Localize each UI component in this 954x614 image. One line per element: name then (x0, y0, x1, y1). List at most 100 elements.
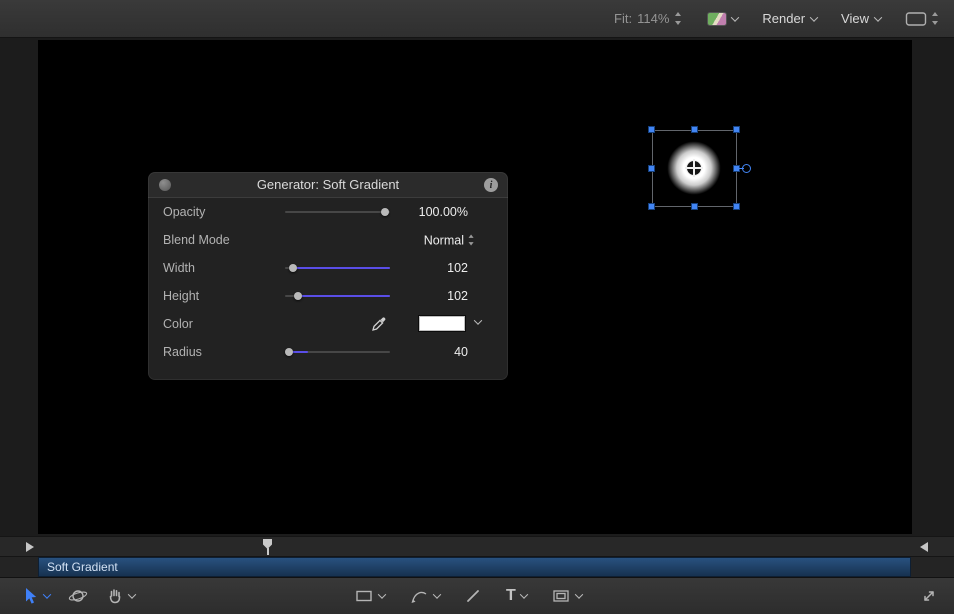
slider-handle[interactable] (285, 348, 293, 356)
playhead-stem (267, 548, 269, 555)
mask-rectangle-icon (551, 587, 571, 605)
text-tool-icon: T (506, 588, 516, 604)
motion-canvas-window: Fit: 114% Render View (0, 0, 954, 614)
slider-handle[interactable] (294, 292, 302, 300)
chevron-down-icon[interactable] (128, 590, 136, 598)
timeline-layer-strip: Soft Gradient (0, 557, 954, 577)
brush-stroke-icon (464, 587, 482, 605)
stepper-icon (674, 11, 683, 26)
color-swatch[interactable] (418, 315, 466, 332)
radius-row: Radius 40 (148, 338, 508, 366)
chevron-down-icon[interactable] (520, 590, 528, 598)
radius-slider[interactable] (285, 346, 390, 358)
opacity-row: Opacity 100.00% (148, 198, 508, 226)
eyedropper-icon[interactable] (370, 315, 388, 333)
blend-mode-label: Blend Mode (163, 233, 230, 247)
selection-handle-top-center[interactable] (691, 126, 698, 133)
chevron-down-icon[interactable] (575, 590, 583, 598)
playhead[interactable] (263, 539, 272, 555)
view-label: View (841, 11, 869, 26)
slider-handle[interactable] (381, 208, 389, 216)
chevron-down-icon[interactable] (474, 316, 482, 324)
shape-tool[interactable] (354, 587, 385, 605)
selection-handle-bottom-right[interactable] (733, 203, 740, 210)
display-selector-button[interactable] (905, 11, 940, 27)
pan-tool[interactable] (106, 587, 135, 605)
transform-tools-group (22, 578, 135, 614)
width-value[interactable]: 102 (447, 261, 468, 275)
blend-mode-row: Blend Mode Normal (148, 226, 508, 254)
stepper-icon (468, 234, 476, 247)
selection-handle-top-right[interactable] (733, 126, 740, 133)
orbit-icon (68, 587, 88, 605)
height-value[interactable]: 102 (447, 289, 468, 303)
pen-icon (409, 587, 429, 605)
radius-value[interactable]: 40 (454, 345, 468, 359)
resize-panel-control[interactable] (920, 587, 938, 610)
zoom-fit-control[interactable]: Fit: 114% (614, 11, 683, 26)
slider-handle[interactable] (289, 264, 297, 272)
hud-titlebar[interactable]: Generator: Soft Gradient i (148, 172, 508, 198)
tools-toolbar: T (0, 577, 954, 614)
rotation-handle[interactable] (742, 164, 751, 173)
mask-tool[interactable] (551, 587, 582, 605)
slider-track (285, 211, 390, 213)
color-label: Color (163, 317, 193, 331)
height-label: Height (163, 289, 199, 303)
hud-panel: Generator: Soft Gradient i Opacity 100.0… (148, 172, 508, 380)
text-tool[interactable]: T (506, 588, 527, 604)
opacity-slider[interactable] (285, 206, 390, 218)
hud-title: Generator: Soft Gradient (257, 177, 399, 192)
chevron-down-icon[interactable] (378, 590, 386, 598)
height-row: Height 102 (148, 282, 508, 310)
stepper-icon (931, 11, 940, 26)
mini-timeline[interactable] (0, 536, 954, 557)
hud-parameter-rows: Opacity 100.00% Blend Mode Normal (148, 198, 508, 366)
preview-thumbnail-icon (707, 12, 727, 26)
radius-label: Radius (163, 345, 202, 359)
preview-thumbnail-dropdown[interactable] (707, 12, 738, 26)
view-menu-button[interactable]: View (841, 11, 881, 26)
selection-handle-mid-left[interactable] (648, 165, 655, 172)
fit-value: 114% (637, 11, 669, 26)
blend-mode-value: Normal (424, 233, 464, 247)
adjust-3d-tool[interactable] (68, 587, 88, 605)
hand-icon (106, 587, 124, 605)
chevron-down-icon (874, 13, 882, 21)
height-slider[interactable] (285, 290, 390, 302)
arrow-cursor-icon (22, 587, 39, 605)
chevron-down-icon (810, 13, 818, 21)
in-point-marker[interactable] (26, 542, 34, 552)
slider-fill (293, 267, 390, 269)
out-point-marker[interactable] (920, 542, 928, 552)
select-transform-tool[interactable] (22, 587, 50, 605)
render-menu-button[interactable]: Render (762, 11, 817, 26)
slider-fill (298, 295, 390, 297)
bezier-tool[interactable] (409, 587, 440, 605)
canvas-area: Generator: Soft Gradient i Opacity 100.0… (0, 38, 954, 536)
selection-handle-bottom-center[interactable] (691, 203, 698, 210)
display-icon (905, 11, 927, 27)
layer-label: Soft Gradient (47, 560, 118, 574)
width-row: Width 102 (148, 254, 508, 282)
selection-handle-top-left[interactable] (648, 126, 655, 133)
blend-mode-popup[interactable]: Normal (424, 233, 476, 248)
canvas-toolbar: Fit: 114% Render View (0, 0, 954, 38)
width-label: Width (163, 261, 195, 275)
render-label: Render (762, 11, 805, 26)
close-button[interactable] (159, 179, 171, 191)
anchor-point-icon[interactable] (686, 160, 702, 176)
chevron-down-icon[interactable] (433, 590, 441, 598)
info-icon[interactable]: i (484, 178, 498, 192)
chevron-down-icon[interactable] (43, 590, 51, 598)
width-slider[interactable] (285, 262, 390, 274)
fit-label: Fit: (614, 11, 632, 26)
selection-handle-bottom-left[interactable] (648, 203, 655, 210)
paint-stroke-tool[interactable] (464, 587, 482, 605)
color-row: Color (148, 310, 508, 338)
opacity-label: Opacity (163, 205, 205, 219)
timeline-layer-soft-gradient[interactable]: Soft Gradient (38, 557, 911, 577)
rectangle-icon (354, 587, 374, 605)
opacity-value[interactable]: 100.00% (419, 205, 468, 219)
creation-tools-group: T (354, 578, 582, 614)
